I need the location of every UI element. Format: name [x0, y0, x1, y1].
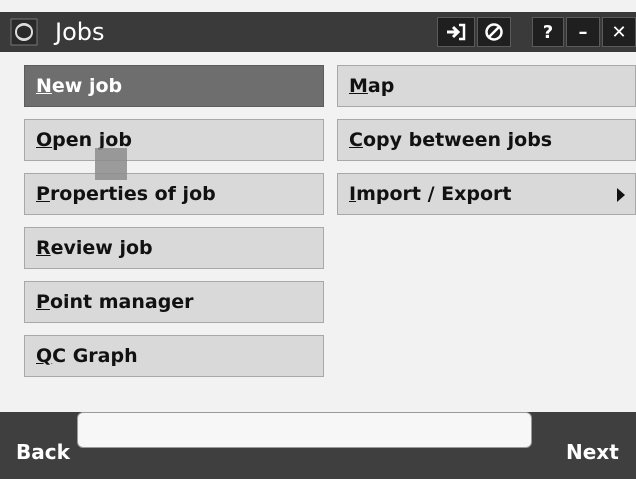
new-job-label: ew job [51, 75, 123, 97]
copy-between-jobs-mnemonic: C [349, 129, 363, 151]
map-label: ap [367, 75, 395, 97]
copy-between-jobs-label: opy between jobs [362, 129, 553, 151]
submenu-arrow-icon [617, 188, 625, 202]
next-button[interactable]: Next [566, 440, 619, 464]
review-job-label: eview job [50, 237, 153, 259]
point-manager-button[interactable]: Point manager [24, 281, 324, 323]
new-job-button[interactable]: New job [24, 65, 324, 107]
open-job-mnemonic: O [36, 129, 53, 151]
import-export-mnemonic: I [349, 183, 357, 205]
minimize-icon: – [578, 21, 588, 43]
login-button[interactable] [437, 17, 475, 47]
new-job-mnemonic: N [36, 75, 52, 97]
map-mnemonic: M [349, 75, 368, 97]
no-entry-icon [485, 23, 503, 41]
review-job-mnemonic: R [36, 237, 51, 259]
qc-graph-mnemonic: Q [36, 345, 53, 367]
close-icon: ✕ [611, 21, 627, 43]
trimble-logo-icon[interactable] [10, 18, 38, 46]
open-job-button[interactable]: Open job [24, 119, 324, 161]
help-icon: ? [542, 21, 554, 43]
close-button[interactable]: ✕ [602, 17, 636, 47]
qc-graph-label: C Graph [52, 345, 138, 367]
minimize-button[interactable]: – [566, 17, 600, 47]
import-export-label: mport / Export [356, 183, 512, 205]
import-export-button[interactable]: Import / Export [337, 173, 636, 215]
back-button[interactable]: Back [16, 440, 70, 464]
touch-cursor-indicator [95, 148, 127, 180]
help-button[interactable]: ? [532, 17, 564, 47]
review-job-button[interactable]: Review job [24, 227, 324, 269]
point-manager-label: oint manager [49, 291, 194, 313]
window-title: Jobs [55, 18, 105, 46]
status-field [77, 412, 532, 448]
no-entry-button[interactable] [477, 17, 511, 47]
copy-between-jobs-button[interactable]: Copy between jobs [337, 119, 636, 161]
map-button[interactable]: Map [337, 65, 636, 107]
properties-of-job-mnemonic: P [36, 183, 50, 205]
properties-of-job-button[interactable]: Properties of job [24, 173, 324, 215]
login-arrow-icon [447, 23, 466, 41]
point-manager-mnemonic: P [36, 291, 50, 313]
properties-of-job-label: roperties of job [49, 183, 216, 205]
qc-graph-button[interactable]: QC Graph [24, 335, 324, 377]
title-bar: Jobs ? – ✕ [0, 12, 636, 52]
